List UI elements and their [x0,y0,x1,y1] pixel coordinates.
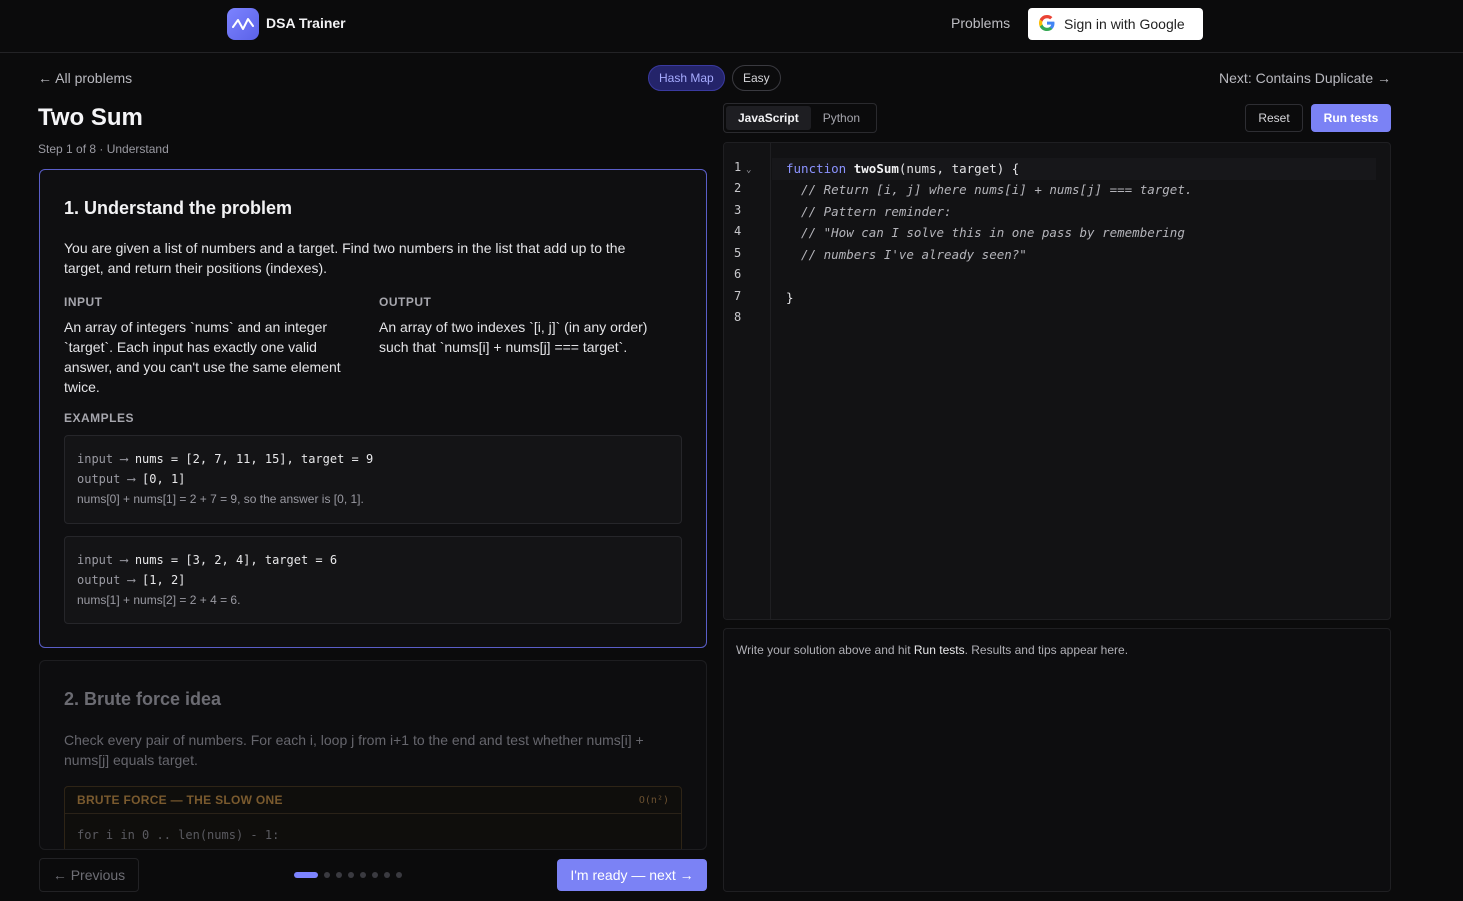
output-section: OUTPUT An array of two indexes `[i, j]` … [379,295,669,357]
results-panel: Write your solution above and hit Run te… [723,628,1391,892]
language-tabs: JavaScript Python [723,103,877,133]
progress-dot[interactable] [372,872,378,878]
results-text-post: . Results and tips appear here. [964,643,1129,657]
output-label: OUTPUT [379,295,432,309]
step-card-heading: 2. Brute force idea [64,689,222,709]
run-tests-button[interactable]: Run tests [1311,104,1391,132]
previous-button[interactable]: ← Previous [39,858,139,892]
step-card-heading: 1. Understand the problem [64,198,293,218]
example-input-line: input ⟶ nums = [3, 2, 4], target = 6 [77,553,338,567]
line-number-gutter: 1 ⌄ 2 3 4 5 6 7 8 [724,143,771,619]
top-bar: DSA Trainer Problems Sign in with Google [0,0,1463,53]
tab-javascript[interactable]: JavaScript [726,106,811,130]
examples-label: EXAMPLES [64,411,135,425]
code-line: // Return [i, j] where nums[i] + nums[j]… [786,182,1193,197]
brute-force-title: BRUTE FORCE — THE SLOW ONE [77,793,283,807]
example-note: nums[1] + nums[2] = 2 + 4 = 6. [77,593,241,607]
step-card-brute-force: 2. Brute force idea Check every pair of … [39,660,707,850]
results-text-pre: Write your solution above and hit [736,643,914,657]
code-line: // Pattern reminder: [786,204,952,219]
code-line: // numbers I've already seen?" [786,247,1027,262]
progress-dot[interactable] [384,872,390,878]
input-label: INPUT [64,295,103,309]
example-output-line: output ⟶ [1, 2] [77,573,186,587]
logo-icon[interactable] [227,8,259,40]
results-text-bold: Run tests [913,643,965,657]
code-line: // "How can I solve this in one pass by … [786,225,1185,240]
code-editor[interactable]: 1 ⌄ 2 3 4 5 6 7 8 function twoSum(nums, … [723,142,1391,620]
line-number: 4 [734,224,742,238]
output-text: An array of two indexes `[i, j]` (in any… [379,319,648,355]
line-number: 5 [734,246,742,260]
code-line: function twoSum(nums, target) { [786,161,1020,176]
brute-force-block: BRUTE FORCE — THE SLOW ONE O(n²) for i i… [64,786,682,849]
line-number: 8 [734,310,742,324]
tag-difficulty: Easy [732,65,781,91]
all-problems-link[interactable]: ← All problems [38,70,132,86]
example-input-line: input ⟶ nums = [2, 7, 11, 15], target = … [77,452,374,466]
complexity-badge: O(n²) [638,794,669,806]
line-number: 2 [734,181,742,195]
next-problem-link[interactable]: Next: Contains Duplicate → [1219,70,1391,86]
ready-next-button[interactable]: I'm ready — next → [557,859,707,891]
progress-dot[interactable] [396,872,402,878]
code-line: } [786,290,794,305]
example-output-line: output ⟶ [0, 1] [77,472,186,486]
input-section: INPUT An array of integers `nums` and an… [64,295,354,397]
example-note: nums[0] + nums[1] = 2 + 7 = 9, so the an… [77,492,364,506]
google-signin-label: Sign in with Google [1064,16,1185,32]
example-block: input ⟶ nums = [3, 2, 4], target = 6 out… [64,536,682,624]
input-text: An array of integers `nums` and an integ… [64,319,341,395]
line-number: 6 [734,267,742,281]
fold-chevron-icon[interactable]: ⌄ [746,165,751,175]
line-number: 3 [734,203,742,217]
example-block: input ⟶ nums = [2, 7, 11, 15], target = … [64,435,682,524]
problem-description: You are given a list of numbers and a ta… [64,240,626,276]
progress-dot[interactable] [360,872,366,878]
tag-hash-map: Hash Map [648,65,725,91]
google-signin-button[interactable]: Sign in with Google [1028,8,1203,40]
step-indicator: Step 1 of 8 · Understand [38,142,169,156]
google-icon [1039,14,1055,34]
step-progress-dots [294,872,402,878]
brute-force-description: Check every pair of numbers. For each i,… [64,732,644,768]
reset-button[interactable]: Reset [1245,104,1303,132]
page-title: Two Sum [38,104,143,131]
progress-dot[interactable] [336,872,342,878]
line-number: 1 [734,160,742,174]
step-card-understand: 1. Understand the problem You are given … [39,169,707,648]
nav-problems-link[interactable]: Problems [951,15,1010,31]
progress-dot[interactable] [348,872,354,878]
brute-force-code: for i in 0 .. len(nums) - 1: [77,828,280,842]
progress-dot[interactable] [294,872,318,878]
progress-dot[interactable] [324,872,330,878]
tab-python[interactable]: Python [811,106,872,130]
brand-name[interactable]: DSA Trainer [266,15,346,31]
line-number: 7 [734,289,742,303]
